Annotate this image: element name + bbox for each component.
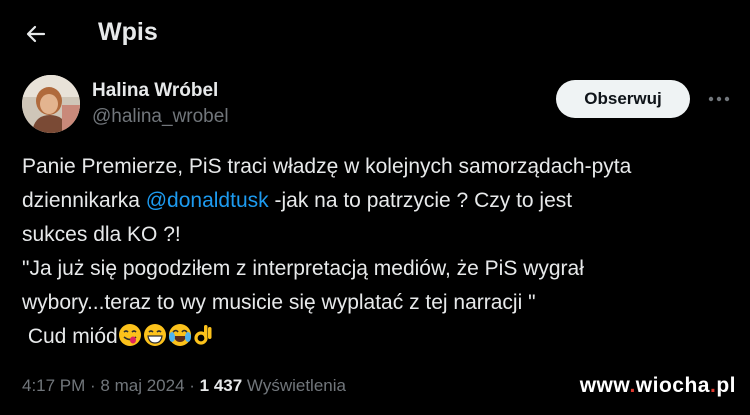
tweet-line: Cud miód	[22, 320, 722, 354]
avatar[interactable]	[22, 75, 80, 133]
back-button[interactable]	[18, 16, 54, 52]
mention-link[interactable]: @donaldtusk	[146, 189, 269, 212]
tweet-line: wybory...teraz to wy musicie się wyplata…	[22, 291, 536, 314]
tweet-time[interactable]: 4:17 PM	[22, 376, 85, 395]
tweet-line: sukces dla KO ?!	[22, 223, 181, 246]
follow-button[interactable]: Obserwuj	[556, 80, 690, 118]
watermark-suffix: pl	[716, 374, 736, 397]
tweet-line: Panie Premierze, PiS traci władzę w kole…	[22, 155, 632, 178]
ok-hand-icon	[193, 323, 213, 358]
user-avatar	[22, 75, 80, 133]
author-name[interactable]: Halina Wróbel	[92, 80, 218, 102]
arrow-left-icon	[26, 25, 46, 43]
tweet-text-segment: dziennikarka	[22, 189, 146, 212]
tweet-metadata: 4:17 PM · 8 maj 2024 · 1 437 Wyświetleni…	[22, 376, 346, 396]
tweet-line: "Ja już się pogodziłem z interpretacją m…	[22, 257, 584, 280]
watermark-name: wiocha	[635, 374, 710, 397]
views-label: Wyświetlenia	[242, 376, 346, 395]
author-handle[interactable]: @halina_wrobel	[92, 106, 229, 128]
meta-separator: ·	[85, 376, 101, 395]
tweet-text: Panie Premierze, PiS traci władzę w kole…	[22, 150, 722, 354]
face-with-tears-of-joy-icon	[168, 323, 192, 358]
watermark-prefix: www	[579, 374, 630, 397]
watermark: www.wiocha.pl	[580, 374, 736, 398]
face-savoring-food-icon	[118, 323, 142, 358]
top-bar: Wpis	[0, 0, 750, 70]
tweet-text-segment: Cud miód	[22, 325, 118, 348]
more-options-button[interactable]	[702, 84, 736, 114]
tweet-line: dziennikarka @donaldtusk -jak na to patr…	[22, 184, 722, 218]
tweet-text-segment: -jak na to patrzycie ? Czy to jest	[268, 189, 573, 212]
meta-separator: ·	[184, 376, 200, 395]
more-horizontal-icon	[708, 96, 730, 102]
views-count: 1 437	[199, 376, 243, 395]
grinning-face-icon	[143, 323, 167, 358]
tweet-date[interactable]: 8 maj 2024	[100, 376, 184, 395]
page-title: Wpis	[98, 18, 158, 46]
